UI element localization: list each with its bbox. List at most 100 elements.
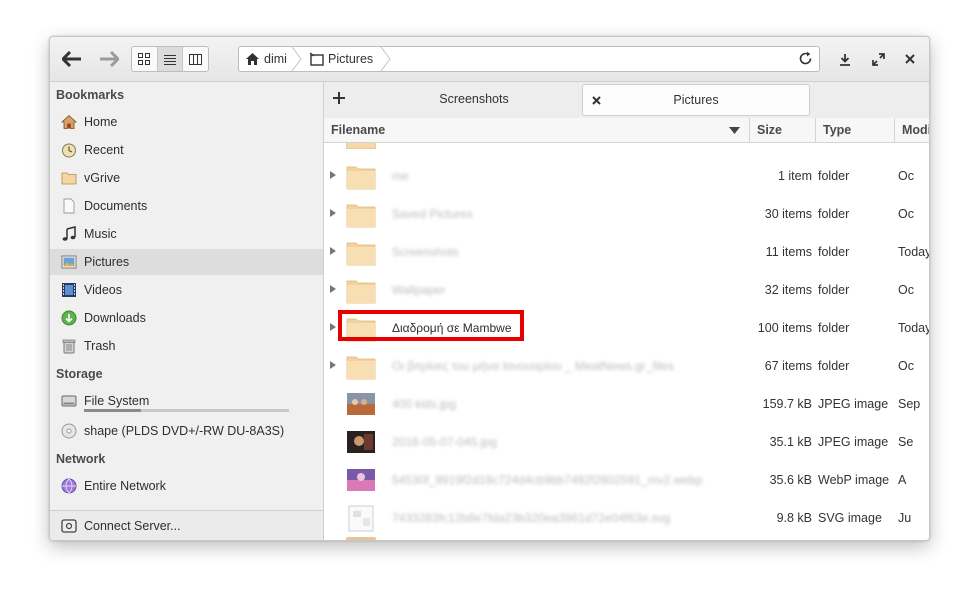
expander-arrow-icon[interactable] bbox=[329, 322, 337, 332]
file-type: folder bbox=[818, 283, 850, 297]
view-mode-switcher bbox=[131, 46, 209, 72]
sidebar-item-trash[interactable]: Trash bbox=[50, 333, 323, 359]
optical-disc-icon bbox=[61, 423, 77, 439]
sidebar-item-label: Documents bbox=[84, 199, 148, 213]
sidebar-item-optical-drive[interactable]: shape (PLDS DVD+/-RW DU-8A3S) bbox=[50, 418, 323, 444]
download-circle-icon bbox=[61, 310, 77, 326]
sidebar-item-music[interactable]: Music bbox=[50, 221, 323, 247]
harddisk-icon bbox=[61, 395, 77, 407]
file-type: folder bbox=[818, 169, 850, 183]
file-name: Saved Pictures bbox=[392, 207, 473, 221]
pictures-folder-icon bbox=[309, 52, 324, 66]
sidebar-item-pictures[interactable]: Pictures bbox=[50, 249, 323, 275]
table-row[interactable]: me 1 item folder Oc bbox=[324, 157, 929, 195]
grid-view-icon bbox=[138, 53, 151, 65]
file-thumbnail bbox=[346, 428, 376, 456]
expander-arrow-icon[interactable] bbox=[329, 360, 337, 370]
table-row[interactable]: Saved Pictures 30 items folder Oc bbox=[324, 195, 929, 233]
expander-arrow-icon[interactable] bbox=[329, 246, 337, 256]
folder-icon bbox=[346, 238, 376, 266]
forward-button[interactable] bbox=[96, 46, 122, 72]
column-view-icon bbox=[189, 53, 203, 65]
sidebar-item-home[interactable]: Home bbox=[50, 109, 323, 135]
table-row[interactable]: 400 kids.jpg 159.7 kB JPEG image Sep bbox=[324, 385, 929, 423]
close-icon bbox=[592, 96, 601, 105]
file-type: folder bbox=[818, 321, 850, 335]
sidebar-item-vgrive[interactable]: vGrive bbox=[50, 165, 323, 191]
column-label: Type bbox=[823, 123, 852, 137]
breadcrumb-separator bbox=[380, 47, 391, 71]
file-modified: A bbox=[898, 473, 907, 487]
reload-button[interactable] bbox=[798, 51, 813, 69]
sidebar-item-label: Home bbox=[84, 115, 118, 129]
connect-server-button[interactable]: Connect Server... bbox=[50, 510, 323, 540]
forward-arrow-icon bbox=[100, 51, 119, 67]
file-type: folder bbox=[818, 207, 850, 221]
close-tab-button[interactable] bbox=[592, 94, 601, 108]
back-button[interactable] bbox=[59, 46, 85, 72]
table-row[interactable]: 2016-05-07-045.jpg 35.1 kB JPEG image Se bbox=[324, 423, 929, 461]
close-window-button[interactable] bbox=[897, 46, 923, 72]
sidebar-item-videos[interactable]: Videos bbox=[50, 277, 323, 303]
sidebar-item-downloads[interactable]: Downloads bbox=[50, 305, 323, 331]
tab-label: Pictures bbox=[673, 93, 719, 107]
file-thumbnail bbox=[346, 466, 376, 494]
table-row[interactable]: Wallpaper 32 items folder Oc bbox=[324, 271, 929, 309]
sort-descending-icon bbox=[729, 127, 740, 134]
sidebar-item-documents[interactable]: Documents bbox=[50, 193, 323, 219]
sidebar-item-entire-network[interactable]: Entire Network bbox=[50, 473, 323, 499]
file-modified: Oc bbox=[898, 169, 914, 183]
tab-bar: Screenshots Pictures bbox=[324, 82, 929, 119]
file-type: JPEG image bbox=[818, 397, 889, 411]
table-row[interactable]: Screenshots 11 items folder Today bbox=[324, 233, 929, 271]
column-label: Filename bbox=[331, 123, 386, 137]
file-manager-window: dimi Pictures Bookmarks Home Recent vGri… bbox=[49, 36, 930, 541]
tab-pictures[interactable]: Pictures bbox=[582, 84, 810, 116]
breadcrumb-pictures[interactable]: Pictures bbox=[309, 47, 373, 71]
column-type[interactable]: Type bbox=[816, 118, 895, 142]
file-size: 159.7 kB bbox=[762, 397, 812, 411]
download-button[interactable] bbox=[832, 46, 858, 72]
sidebar-item-recent[interactable]: Recent bbox=[50, 137, 323, 163]
trash-icon bbox=[62, 339, 76, 354]
file-modified: Ju bbox=[898, 511, 912, 525]
table-row[interactable]: Οι βιτρίνες του μήνα Ιανουαρίου _ MeatNe… bbox=[324, 347, 929, 385]
sidebar-item-file-system[interactable]: File System bbox=[50, 388, 323, 414]
file-size: 67 items bbox=[764, 359, 812, 373]
file-size: 1 item bbox=[777, 169, 812, 183]
sidebar-item-label: Music bbox=[84, 227, 117, 241]
maximize-button[interactable] bbox=[865, 46, 891, 72]
breadcrumb-home[interactable]: dimi bbox=[245, 47, 287, 71]
file-modified: Oc bbox=[898, 207, 914, 221]
file-name: 7433283fc12b8e7fda23b320ea3961d72e04f63e… bbox=[392, 511, 671, 525]
new-tab-button[interactable] bbox=[333, 92, 345, 107]
tab-screenshots[interactable]: Screenshots bbox=[354, 84, 594, 114]
table-row[interactable]: 54530f_9919f2d18c724d4cb9bb7492f2602591_… bbox=[324, 461, 929, 499]
connect-server-label: Connect Server... bbox=[84, 519, 181, 533]
network-globe-icon bbox=[61, 478, 77, 494]
expander-arrow-icon[interactable] bbox=[329, 208, 337, 218]
column-filename[interactable]: Filename bbox=[324, 118, 750, 142]
file-name: 54530f_9919f2d18c724d4cb9bb7492f2602591_… bbox=[392, 473, 703, 487]
file-size: 32 items bbox=[764, 283, 812, 297]
list-view-button[interactable] bbox=[157, 47, 184, 71]
expander-arrow-icon[interactable] bbox=[329, 170, 337, 180]
file-name: Οι βιτρίνες του μήνα Ιανουαρίου _ MeatNe… bbox=[392, 359, 674, 373]
folder-icon bbox=[346, 314, 376, 342]
folder-icon bbox=[346, 352, 376, 380]
table-row[interactable]: 7433283fc12b8e7fda23b320ea3961d72e04f63e… bbox=[324, 499, 929, 537]
column-size[interactable]: Size bbox=[750, 118, 816, 142]
sidebar-section-bookmarks: Bookmarks bbox=[56, 88, 125, 102]
location-bar[interactable]: dimi Pictures bbox=[238, 46, 820, 72]
folder-icon bbox=[346, 162, 376, 190]
file-size: 35.6 kB bbox=[769, 473, 812, 487]
sidebar-section-network: Network bbox=[56, 452, 106, 466]
grid-view-button[interactable] bbox=[132, 47, 158, 71]
column-label: Size bbox=[757, 123, 783, 137]
column-modified[interactable]: Modi bbox=[895, 118, 929, 142]
file-name: 2016-05-07-045.jpg bbox=[392, 435, 497, 449]
table-row[interactable]: Διαδρομή σε Mambwe 100 items folder Today bbox=[324, 309, 929, 347]
expander-arrow-icon[interactable] bbox=[329, 284, 337, 294]
pictures-icon bbox=[61, 255, 77, 269]
column-view-button[interactable] bbox=[183, 47, 208, 71]
